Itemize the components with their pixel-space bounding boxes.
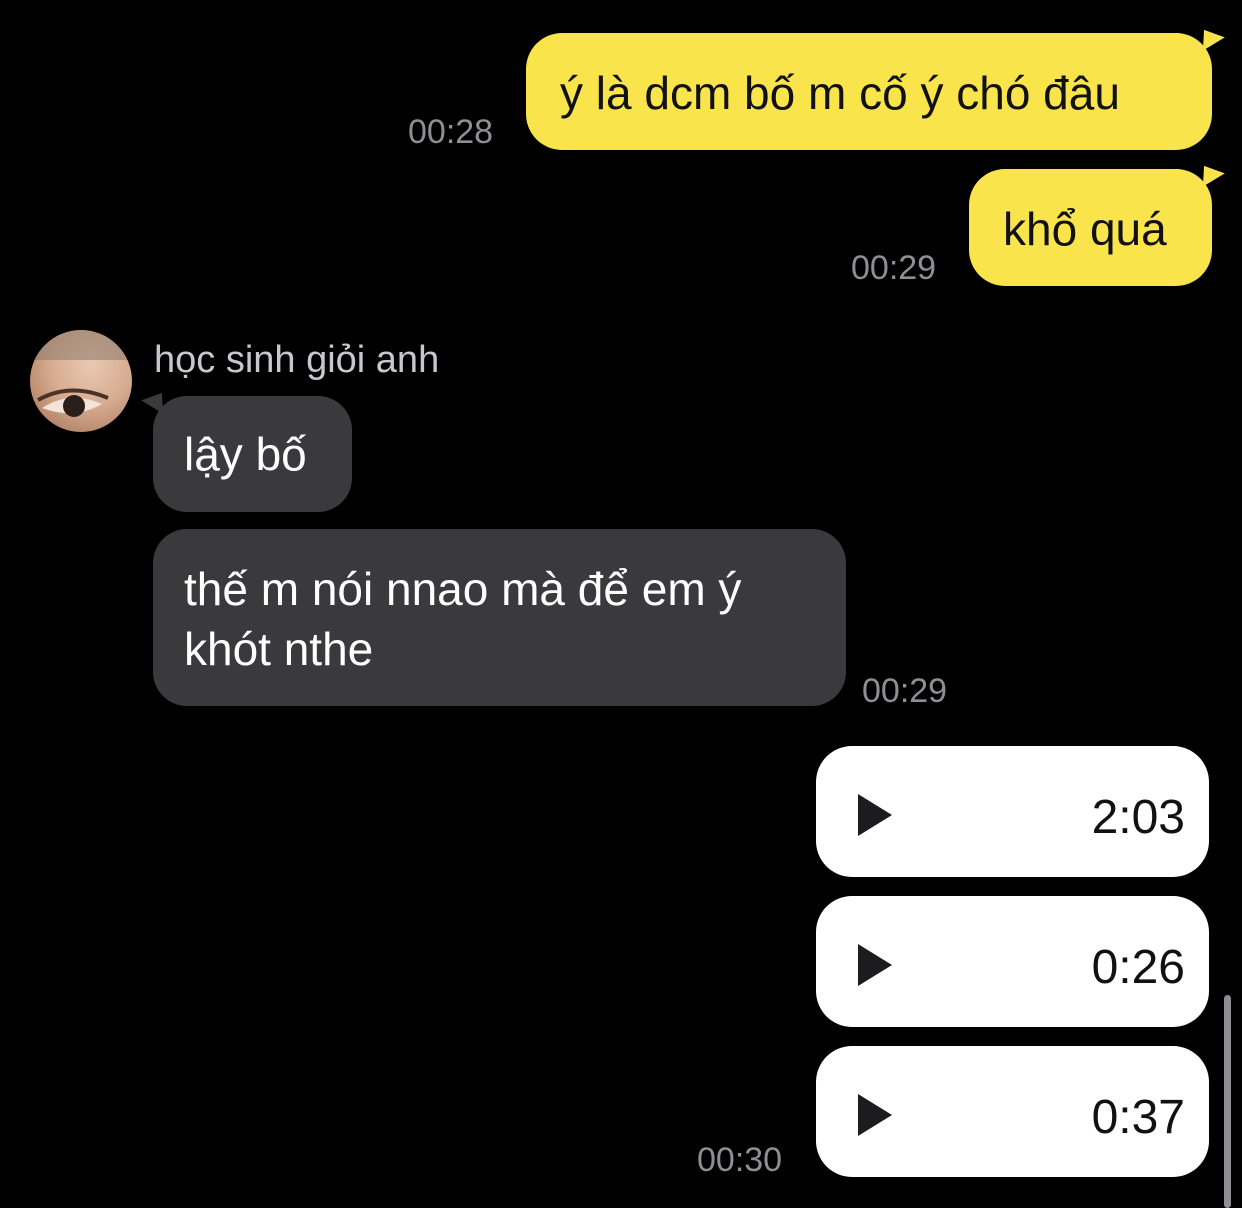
message-text: lậy bố [184, 428, 307, 480]
incoming-message-bubble[interactable]: lậy bố [153, 396, 352, 512]
avatar[interactable] [30, 330, 132, 432]
message-timestamp: 00:30 [697, 1141, 783, 1179]
outgoing-message-bubble[interactable]: khổ quá [969, 169, 1212, 286]
message-text-line: thế m nói nnao mà để em ý [184, 563, 742, 615]
voice-message[interactable]: 0:37 [816, 1046, 1209, 1177]
sender-name: học sinh giỏi anh [154, 339, 440, 381]
avatar-eye-icon [30, 330, 132, 417]
outgoing-message-bubble[interactable]: ý là dcm bố m cố ý chó đâu [526, 33, 1212, 150]
play-icon[interactable] [858, 944, 892, 986]
voice-duration: 0:37 [1091, 1091, 1185, 1144]
scrollbar[interactable] [1224, 995, 1231, 1208]
voice-message[interactable]: 2:03 [816, 746, 1209, 877]
play-icon[interactable] [858, 794, 892, 836]
voice-duration: 0:26 [1091, 941, 1185, 994]
voice-message[interactable]: 0:26 [816, 896, 1209, 1027]
voice-duration: 2:03 [1091, 791, 1185, 844]
message-text-line: khót nthe [184, 623, 374, 675]
incoming-message-bubble[interactable]: thế m nói nnao mà để em ý khót nthe [153, 529, 846, 706]
message-timestamp: 00:28 [408, 113, 494, 151]
message-timestamp: 00:29 [862, 672, 948, 710]
message-text: khổ quá [1003, 203, 1167, 255]
play-icon[interactable] [858, 1094, 892, 1136]
message-timestamp: 00:29 [851, 249, 937, 287]
message-text: ý là dcm bố m cố ý chó đâu [560, 67, 1120, 119]
